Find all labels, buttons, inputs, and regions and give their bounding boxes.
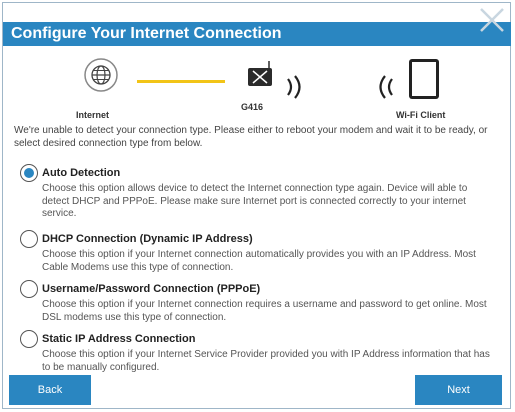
tablet-icon <box>409 59 439 99</box>
option-title[interactable]: Username/Password Connection (PPPoE) <box>42 283 260 295</box>
globe-icon <box>84 58 118 92</box>
connection-diagram: Internet G416 Wi-Fi Client <box>0 52 515 122</box>
dialog-title-bar: Configure Your Internet Connection <box>3 22 511 46</box>
pppoe-radio[interactable] <box>20 280 38 298</box>
static-ip-radio[interactable] <box>20 330 38 348</box>
wifi-waves-icon <box>379 75 393 99</box>
option-description: Choose this option if your Internet conn… <box>42 299 487 323</box>
option-title[interactable]: DHCP Connection (Dynamic IP Address) <box>42 233 253 245</box>
option-description: Choose this option allows device to dete… <box>42 183 468 219</box>
internet-label: Internet <box>76 110 110 120</box>
option-description: Choose this option if your Internet Serv… <box>42 349 490 373</box>
router-icon <box>248 61 272 86</box>
dhcp-radio[interactable] <box>20 230 38 248</box>
next-button[interactable]: Next <box>415 375 502 405</box>
option-title[interactable]: Static IP Address Connection <box>42 333 195 345</box>
intro-text: We're unable to detect your connection t… <box>14 125 488 149</box>
connection-line <box>137 80 225 83</box>
wifi-waves-icon <box>287 75 301 99</box>
back-button[interactable]: Back <box>9 375 91 405</box>
device-label: G416 <box>241 102 264 112</box>
option-description: Choose this option if your Internet conn… <box>42 249 476 273</box>
option-title[interactable]: Auto Detection <box>42 167 120 179</box>
close-icon[interactable] <box>473 3 509 39</box>
client-label: Wi-Fi Client <box>396 110 446 120</box>
dialog-title: Configure Your Internet Connection <box>11 25 282 42</box>
auto-detection-radio[interactable] <box>20 164 38 182</box>
